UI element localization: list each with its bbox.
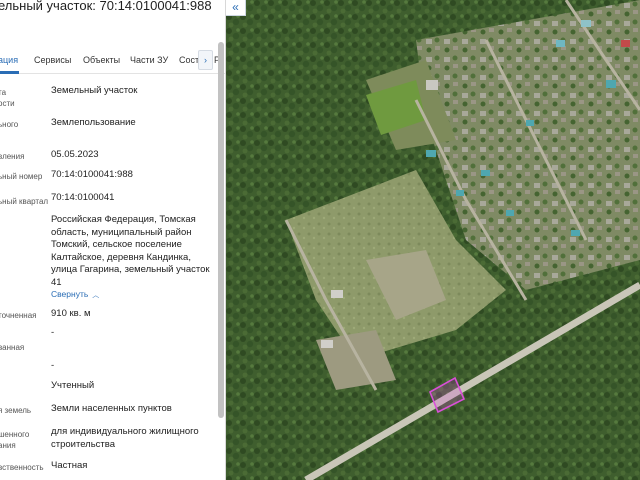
field-label-ownership: вственность — [0, 463, 44, 472]
collapse-panel-button[interactable]: « — [226, 0, 246, 16]
field-value-type: Земельный участок — [51, 85, 138, 96]
field-label-cadastral-quarter: ьный квартал — [0, 197, 49, 206]
field-label-cadastral-number: ьный номер — [0, 172, 43, 181]
tab-services[interactable]: Сервисы — [34, 55, 71, 65]
field-value-subtype: Землепользование — [51, 117, 136, 128]
panel-scrollbar[interactable] — [218, 42, 224, 418]
satellite-map[interactable] — [226, 0, 640, 480]
field-label-area: точненная — [0, 311, 37, 320]
tab-objects[interactable]: Объекты — [83, 55, 120, 65]
field-label-date: вления — [0, 152, 25, 161]
collapse-address-link[interactable]: Свернуть ︿ — [51, 289, 99, 300]
field-label-type: та — [0, 88, 7, 97]
field-label-type-2: ости — [0, 99, 15, 108]
field-value-ownership: Частная — [51, 460, 88, 471]
field-label-permitted-use-2: ания — [0, 441, 16, 450]
field-label-land-category: я земель — [0, 406, 32, 415]
field-value-declared: - — [51, 327, 55, 338]
satellite-imagery — [226, 0, 640, 480]
field-value-permitted-use: для индивидуального жилищного строительс… — [51, 426, 199, 450]
field-value-date: 05.05.2023 — [51, 149, 99, 160]
double-chevron-left-icon: « — [232, 0, 239, 14]
field-value-cadastral-number: 70:14:0100041:988 — [51, 169, 133, 180]
tab-bar: ация Сервисы Объекты Части ЗУ Соста — [0, 48, 225, 74]
tab-information[interactable]: ация — [0, 55, 18, 65]
chevron-up-icon: ︿ — [92, 292, 100, 299]
field-value-cost: - — [51, 360, 55, 371]
active-tab-indicator — [0, 71, 19, 74]
field-value-area: 910 кв. м — [51, 308, 91, 319]
tabs-next-button[interactable]: › — [198, 50, 213, 70]
field-value-land-category: Земли населенных пунктов — [51, 403, 172, 414]
field-label-declared: ванная — [0, 343, 25, 352]
field-value-cadastral-quarter: 70:14:0100041 — [51, 192, 115, 203]
tab-parts[interactable]: Части ЗУ — [130, 55, 168, 65]
chevron-right-icon: › — [204, 55, 207, 65]
field-label-permitted-use: шенного — [0, 430, 30, 439]
field-value-status: Учтенный — [51, 380, 95, 391]
panel-title: ельный участок: 70:14:0100041:988 — [0, 0, 212, 13]
info-panel: ельный участок: 70:14:0100041:988 ация С… — [0, 0, 226, 480]
field-value-address: Российская Федерация, Томская область, м… — [51, 214, 210, 288]
field-label-subtype: ьного — [0, 120, 19, 129]
